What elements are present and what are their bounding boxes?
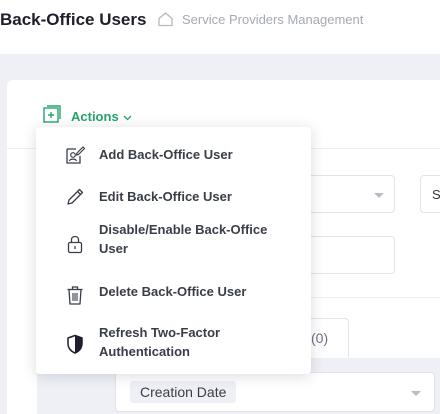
- menu-item-label: Delete Back-Office User: [99, 284, 247, 299]
- top-bar: Back-Office Users Service Providers Mana…: [0, 0, 440, 54]
- chevron-down-icon: [123, 108, 132, 126]
- add-square-icon: [42, 104, 62, 129]
- menu-item-disable-enable-user[interactable]: Disable/Enable Back-Office User: [36, 219, 311, 267]
- menu-item-refresh-two-factor[interactable]: Refresh Two-Factor Authentication: [36, 321, 311, 369]
- home-icon: [157, 11, 174, 27]
- pencil-icon: [64, 186, 86, 208]
- menu-item-label: Refresh Two-Factor Authentication: [99, 325, 221, 359]
- menu-item-label: Edit Back-Office User: [99, 189, 232, 204]
- filter-select[interactable]: [300, 175, 395, 213]
- page-title: Back-Office Users: [0, 10, 147, 29]
- menu-item-delete-user[interactable]: Delete Back-Office User: [36, 277, 311, 317]
- actions-label: Actions: [71, 109, 119, 124]
- menu-item-edit-user[interactable]: Edit Back-Office User: [36, 177, 311, 217]
- filter-select-secondary[interactable]: S: [420, 175, 440, 213]
- caret-down-icon: [411, 391, 421, 396]
- breadcrumb[interactable]: Service Providers Management: [157, 11, 363, 27]
- sort-chip[interactable]: Creation Date: [130, 381, 237, 403]
- filter-input[interactable]: [300, 236, 395, 274]
- menu-item-add-user[interactable]: Add Back-Office User: [36, 135, 311, 175]
- trash-icon: [64, 284, 86, 306]
- breadcrumb-label[interactable]: Service Providers Management: [182, 12, 363, 27]
- section-divider: [300, 297, 440, 298]
- menu-item-label: Add Back-Office User: [99, 147, 233, 162]
- sort-select[interactable]: Creation Date: [115, 372, 435, 412]
- caret-down-icon: [374, 193, 384, 198]
- add-user-icon: [64, 144, 86, 166]
- shield-icon: [64, 333, 86, 355]
- menu-item-label: Disable/Enable Back-Office User: [99, 222, 268, 256]
- actions-dropdown-menu: Add Back-Office User Edit Back-Office Us…: [36, 127, 311, 374]
- actions-button[interactable]: Actions: [42, 104, 132, 129]
- lock-icon: [64, 233, 86, 255]
